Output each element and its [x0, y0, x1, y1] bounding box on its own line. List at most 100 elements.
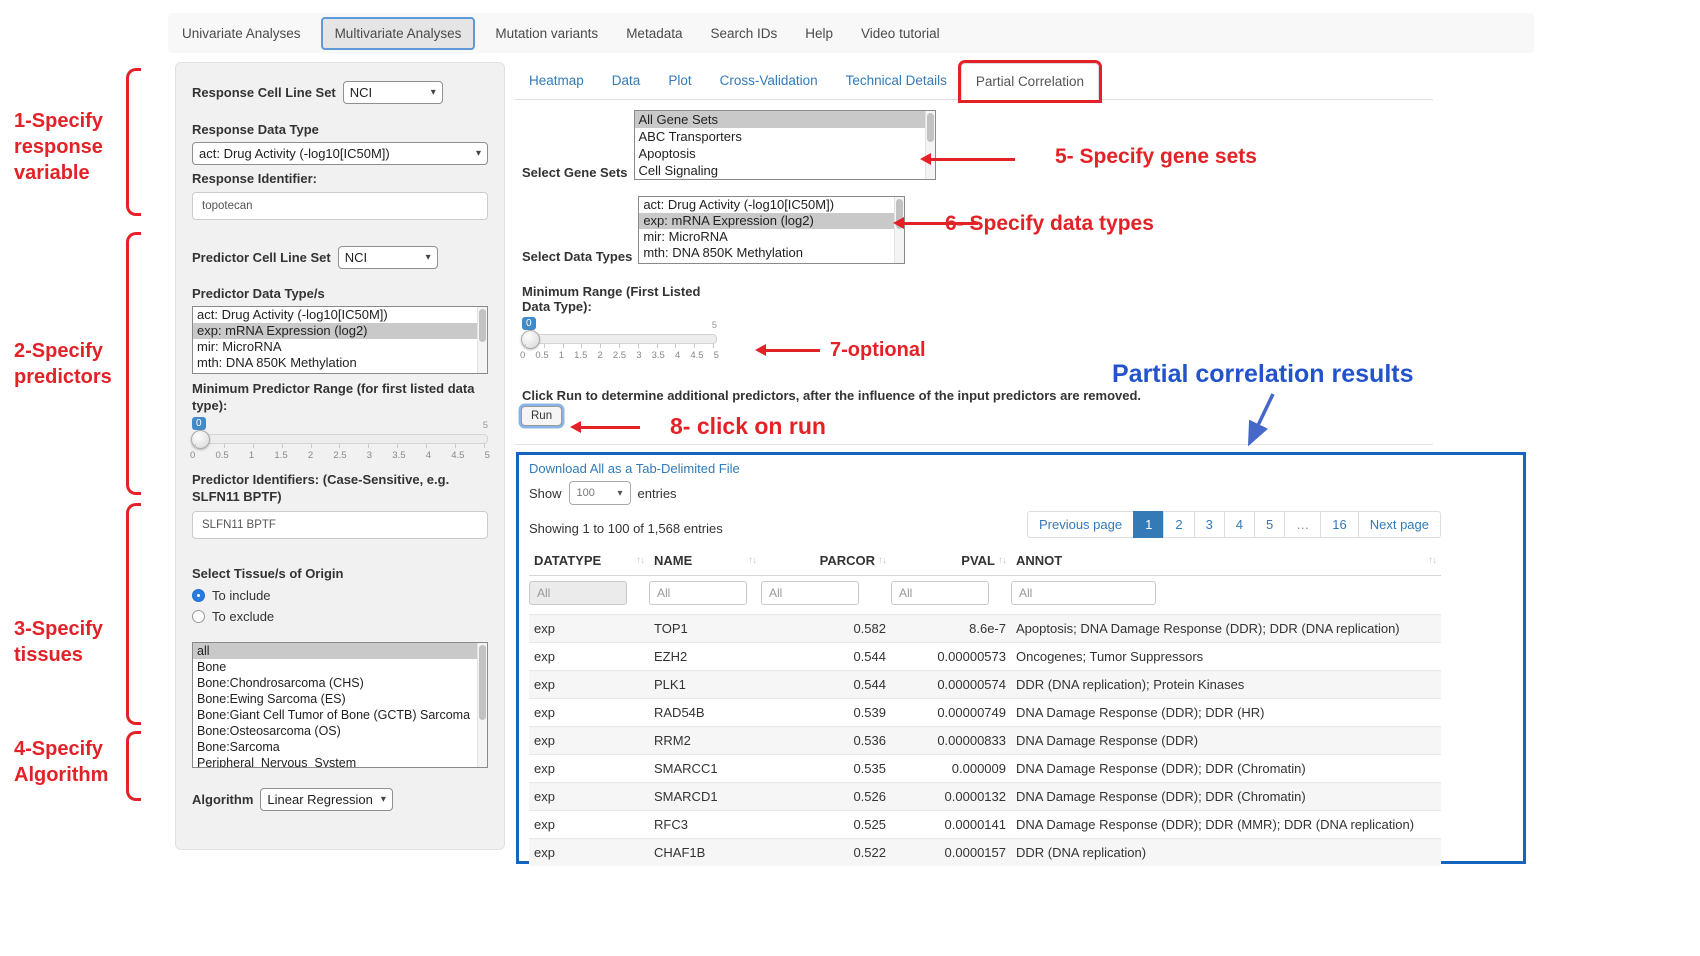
listbox-option[interactable]: mir: MicroRNA: [193, 339, 487, 355]
listbox-option[interactable]: Bone:Ewing Sarcoma (ES): [193, 691, 487, 707]
scrollbar[interactable]: [477, 307, 487, 373]
slider-track[interactable]: [522, 334, 717, 344]
listbox-option[interactable]: Bone:Giant Cell Tumor of Bone (GCTB) Sar…: [193, 707, 487, 723]
caret-down-icon: ▾: [618, 488, 623, 499]
table-row: exp PLK1 0.544 0.00000574 DDR (DNA repli…: [529, 671, 1441, 699]
min-range-field: Minimum Range (First Listed Data Type): …: [522, 284, 732, 363]
cell-datatype: exp: [529, 783, 649, 811]
cell-annot: DNA Damage Response (DDR); DDR (MMR); DD…: [1011, 811, 1441, 839]
scrollbar[interactable]: [477, 643, 487, 767]
slider-ticks: [525, 344, 714, 348]
tab-plot[interactable]: Plot: [654, 63, 705, 99]
nav-help[interactable]: Help: [805, 26, 833, 41]
page-button-1[interactable]: 1: [1133, 511, 1164, 538]
gene-sets-label: Select Gene Sets: [522, 165, 628, 180]
listbox-option[interactable]: Apoptosis: [635, 145, 935, 162]
listbox-option-selected[interactable]: exp: mRNA Expression (log2): [639, 213, 904, 229]
cell-datatype: exp: [529, 671, 649, 699]
tissue-include-radio-row[interactable]: To include: [192, 588, 488, 603]
filter-annot-input[interactable]: [1011, 581, 1156, 605]
scrollbar[interactable]: [894, 197, 904, 263]
sort-icon[interactable]: ↑↓: [998, 555, 1006, 566]
radio-unchecked-icon[interactable]: [192, 610, 205, 623]
next-page-button[interactable]: Next page: [1358, 511, 1441, 538]
filter-row: [529, 576, 1441, 615]
listbox-option[interactable]: mth: DNA 850K Methylation: [193, 355, 487, 371]
listbox-option[interactable]: Peripheral_Nervous_System: [193, 755, 487, 768]
filter-datatype-input[interactable]: [529, 581, 627, 605]
sort-icon[interactable]: ↑↓: [878, 555, 886, 566]
response-identifier-input[interactable]: [192, 192, 488, 220]
listbox-option[interactable]: Bone:Osteosarcoma (OS): [193, 723, 487, 739]
page-button-3[interactable]: 3: [1194, 511, 1225, 538]
tab-data[interactable]: Data: [598, 63, 655, 99]
sort-icon[interactable]: ↑↓: [748, 555, 756, 566]
download-all-link[interactable]: Download All as a Tab-Delimited File: [529, 461, 1441, 476]
tab-heatmap[interactable]: Heatmap: [515, 63, 598, 99]
annotation-bracket-2: [126, 232, 141, 495]
filter-name-input[interactable]: [649, 581, 747, 605]
listbox-option[interactable]: ABC Transporters: [635, 128, 935, 145]
sort-icon[interactable]: ↑↓: [636, 555, 644, 566]
predictor-cell-line-set-select[interactable]: NCI ▾: [338, 246, 438, 269]
nav-metadata[interactable]: Metadata: [626, 26, 682, 41]
response-data-type-select[interactable]: act: Drug Activity (-log10[IC50M]) ▾: [192, 142, 488, 165]
filter-pval-input[interactable]: [891, 581, 989, 605]
nav-search-ids[interactable]: Search IDs: [710, 26, 777, 41]
scrollbar[interactable]: [925, 111, 935, 179]
tab-technical-details[interactable]: Technical Details: [832, 63, 961, 99]
results-title: Partial correlation results: [1112, 360, 1414, 389]
sort-icon[interactable]: ↑↓: [1428, 555, 1436, 566]
cell-name: PLK1: [649, 671, 761, 699]
slider-track[interactable]: [192, 434, 488, 444]
tab-partial-correlation[interactable]: Partial Correlation: [961, 63, 1099, 100]
tab-cross-validation[interactable]: Cross-Validation: [706, 63, 832, 99]
listbox-option[interactable]: Cell Signaling: [635, 162, 935, 179]
listbox-option[interactable]: Bone:Sarcoma: [193, 739, 487, 755]
listbox-option[interactable]: act: Drug Activity (-log10[IC50M]): [639, 197, 904, 213]
pagination-ellipsis: …: [1284, 511, 1321, 538]
listbox-option[interactable]: Bone: [193, 659, 487, 675]
nav-univariate-analyses[interactable]: Univariate Analyses: [182, 26, 301, 41]
col-parcor[interactable]: PARCOR: [820, 553, 875, 568]
listbox-option-selected[interactable]: exp: mRNA Expression (log2): [193, 323, 487, 339]
radio-checked-icon[interactable]: [192, 589, 205, 602]
header-row: DATATYPE↑↓ NAME↑↓ PARCOR↑↓ PVAL↑↓ ANNOT↑…: [529, 546, 1441, 576]
cell-datatype: exp: [529, 839, 649, 867]
annotation-arrow-5: [930, 158, 1015, 161]
nav-multivariate-analyses[interactable]: Multivariate Analyses: [321, 17, 476, 50]
showing-entries-text: Showing 1 to 100 of 1,568 entries: [529, 521, 723, 536]
previous-page-button[interactable]: Previous page: [1027, 511, 1134, 538]
algorithm-label: Algorithm: [192, 791, 253, 809]
listbox-option[interactable]: act: Drug Activity (-log10[IC50M]): [193, 307, 487, 323]
predictor-identifiers-input[interactable]: [192, 511, 488, 539]
data-types-field: Select Data Types act: Drug Activity (-l…: [522, 196, 905, 264]
listbox-option-selected[interactable]: All Gene Sets: [635, 111, 935, 128]
run-button[interactable]: Run: [521, 406, 562, 426]
cell-pval: 0.0000132: [891, 783, 1011, 811]
listbox-option[interactable]: mth: DNA 850K Methylation: [639, 245, 904, 261]
tissue-exclude-radio-row[interactable]: To exclude: [192, 609, 488, 624]
page-button-5[interactable]: 5: [1254, 511, 1285, 538]
nav-video-tutorial[interactable]: Video tutorial: [861, 26, 940, 41]
page-button-16[interactable]: 16: [1320, 511, 1358, 538]
annotation-step3: 3-Specify tissues: [14, 616, 103, 668]
algorithm-select[interactable]: Linear Regression ▾: [260, 788, 393, 811]
results-table: DATATYPE↑↓ NAME↑↓ PARCOR↑↓ PVAL↑↓ ANNOT↑…: [529, 546, 1441, 866]
listbox-option-selected[interactable]: all: [193, 643, 487, 659]
page-length-select[interactable]: 100 ▾: [569, 481, 631, 505]
slider-max-label: 5: [483, 420, 488, 431]
listbox-option[interactable]: mir: MicroRNA: [639, 229, 904, 245]
col-pval[interactable]: PVAL: [961, 553, 995, 568]
filter-parcor-input[interactable]: [761, 581, 859, 605]
page-button-2[interactable]: 2: [1163, 511, 1194, 538]
col-annot[interactable]: ANNOT: [1016, 553, 1062, 568]
page-button-4[interactable]: 4: [1224, 511, 1255, 538]
response-cell-line-set-select[interactable]: NCI ▾: [343, 81, 443, 104]
cell-annot: Apoptosis; DNA Damage Response (DDR); DD…: [1011, 615, 1441, 643]
cell-annot: DDR (DNA replication); Protein Kinases: [1011, 671, 1441, 699]
listbox-option[interactable]: Bone:Chondrosarcoma (CHS): [193, 675, 487, 691]
col-name[interactable]: NAME: [654, 553, 692, 568]
col-datatype[interactable]: DATATYPE: [534, 553, 601, 568]
nav-mutation-variants[interactable]: Mutation variants: [495, 26, 598, 41]
